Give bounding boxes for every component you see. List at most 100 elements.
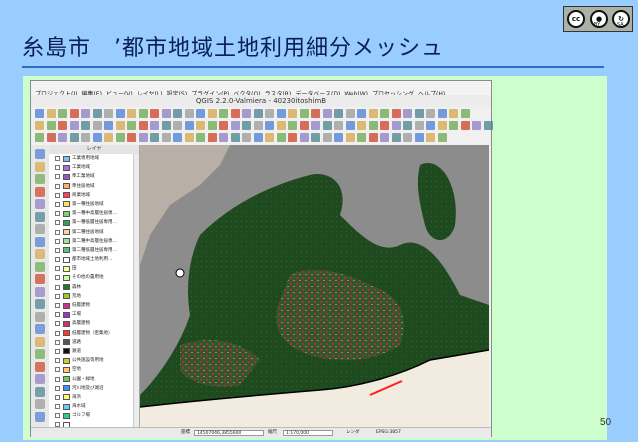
toolbar-button-icon[interactable] xyxy=(196,133,205,142)
toolbar-button-icon[interactable] xyxy=(58,121,67,130)
layer-item[interactable]: 田 xyxy=(49,264,139,273)
layer-visibility-checkbox[interactable] xyxy=(55,413,60,419)
toolbar-button-icon[interactable] xyxy=(173,133,182,142)
toolbar-button-icon[interactable] xyxy=(345,121,355,130)
toolbar-button-icon[interactable] xyxy=(207,109,217,118)
toolbar-button-icon[interactable] xyxy=(265,109,274,118)
toolbar-button-icon[interactable] xyxy=(299,133,309,142)
add-layer-tool-icon[interactable] xyxy=(35,249,45,259)
layer-visibility-checkbox[interactable] xyxy=(55,376,60,382)
add-layer-tool-icon[interactable] xyxy=(35,411,45,422)
toolbar-button-icon[interactable] xyxy=(426,133,435,142)
add-layer-tool-icon[interactable] xyxy=(35,174,45,184)
toolbar-button-icon[interactable] xyxy=(115,133,125,142)
layer-visibility-checkbox[interactable] xyxy=(55,247,60,253)
toolbar-button-icon[interactable] xyxy=(35,133,44,142)
layer-visibility-checkbox[interactable] xyxy=(55,404,60,410)
add-layer-tool-icon[interactable] xyxy=(35,161,45,172)
toolbar-button-icon[interactable] xyxy=(35,121,44,130)
add-layer-tool-icon[interactable] xyxy=(35,299,45,309)
add-layer-tool-icon[interactable] xyxy=(35,149,45,159)
toolbar-button-icon[interactable] xyxy=(391,121,401,130)
toolbar-button-icon[interactable] xyxy=(449,109,458,118)
toolbar-button-icon[interactable] xyxy=(104,133,113,142)
toolbar-button-icon[interactable] xyxy=(230,133,240,142)
toolbar-button-icon[interactable] xyxy=(81,121,90,130)
toolbar-button-icon[interactable] xyxy=(184,109,194,118)
layer-visibility-checkbox[interactable] xyxy=(55,367,60,373)
layer-visibility-checkbox[interactable] xyxy=(55,156,60,161)
layer-visibility-checkbox[interactable] xyxy=(55,394,60,400)
add-layer-tool-icon[interactable] xyxy=(35,386,45,397)
toolbar-button-icon[interactable] xyxy=(115,109,125,118)
toolbar-button-icon[interactable] xyxy=(334,121,343,130)
toolbar-button-icon[interactable] xyxy=(311,133,320,142)
toolbar-button-icon[interactable] xyxy=(322,109,332,118)
layer-item[interactable]: 工業専用地域 xyxy=(49,154,139,163)
layer-item[interactable]: 第二種住居地域 xyxy=(49,228,139,237)
layer-item[interactable]: 工場 xyxy=(49,310,139,319)
toolbar-button-icon[interactable] xyxy=(437,133,447,142)
layer-item[interactable]: 海浜 xyxy=(49,393,139,402)
layer-item[interactable]: 河川地及び湖沼 xyxy=(49,384,139,393)
toolbar-button-icon[interactable] xyxy=(265,121,274,130)
layer-item[interactable]: 工業地域 xyxy=(49,163,139,172)
layer-visibility-checkbox[interactable] xyxy=(55,303,60,308)
toolbar-button-icon[interactable] xyxy=(253,109,263,118)
toolbar-button-icon[interactable] xyxy=(81,133,90,142)
add-layer-tool-icon[interactable] xyxy=(35,399,45,409)
toolbar-button-icon[interactable] xyxy=(35,109,44,118)
layer-visibility-checkbox[interactable] xyxy=(55,348,60,354)
toolbar-button-icon[interactable] xyxy=(403,121,412,130)
toolbar-button-icon[interactable] xyxy=(345,133,355,142)
layer-visibility-checkbox[interactable] xyxy=(55,201,60,207)
toolbar-button-icon[interactable] xyxy=(69,109,79,118)
toolbar-button-icon[interactable] xyxy=(127,109,136,118)
toolbar-button-icon[interactable] xyxy=(357,121,366,130)
layer-visibility-checkbox[interactable] xyxy=(55,284,60,290)
toolbar-button-icon[interactable] xyxy=(357,133,366,142)
toolbar-button-icon[interactable] xyxy=(161,133,171,142)
toolbar-button-icon[interactable] xyxy=(380,133,389,142)
toolbar-button-icon[interactable] xyxy=(161,109,171,118)
toolbar-button-icon[interactable] xyxy=(426,109,435,118)
toolbar-button-icon[interactable] xyxy=(449,121,458,130)
toolbar-button-icon[interactable] xyxy=(311,109,320,118)
toolbar-button-icon[interactable] xyxy=(46,121,56,130)
toolbar-button-icon[interactable] xyxy=(196,109,205,118)
layer-visibility-checkbox[interactable] xyxy=(55,257,60,263)
toolbar-button-icon[interactable] xyxy=(276,121,286,130)
toolbar-button-icon[interactable] xyxy=(334,109,343,118)
toolbar-button-icon[interactable] xyxy=(357,109,366,118)
toolbar-button-icon[interactable] xyxy=(288,109,297,118)
layer-item[interactable]: 公園・緑地 xyxy=(49,375,139,384)
layer-visibility-checkbox[interactable] xyxy=(55,238,60,244)
toolbar-button-icon[interactable] xyxy=(219,121,228,130)
layer-item[interactable]: 第一種低層住居専用… xyxy=(49,218,139,227)
toolbar-button-icon[interactable] xyxy=(311,121,320,130)
toolbar-button-icon[interactable] xyxy=(207,133,217,142)
layer-visibility-checkbox[interactable] xyxy=(55,229,60,235)
add-layer-tool-icon[interactable] xyxy=(35,349,45,359)
toolbar-button-icon[interactable] xyxy=(368,121,378,130)
layer-item[interactable]: 鉄道 xyxy=(49,347,139,356)
toolbar-button-icon[interactable] xyxy=(219,133,228,142)
toolbar-button-icon[interactable] xyxy=(483,121,493,130)
layer-item[interactable]: 低層建物（密集地） xyxy=(49,329,139,338)
crs-button[interactable]: EPSG:3857 xyxy=(376,428,401,438)
toolbar-button-icon[interactable] xyxy=(403,133,412,142)
toolbar-button-icon[interactable] xyxy=(92,133,102,142)
layer-item[interactable]: 都市地域土地利用… xyxy=(49,255,139,264)
toolbar-button-icon[interactable] xyxy=(138,133,148,142)
layer-item[interactable]: 道路 xyxy=(49,338,139,347)
add-layer-tool-icon[interactable] xyxy=(35,224,45,234)
toolbar-button-icon[interactable] xyxy=(368,109,378,118)
toolbar-button-icon[interactable] xyxy=(161,121,171,130)
toolbar-button-icon[interactable] xyxy=(150,133,159,142)
toolbar-button-icon[interactable] xyxy=(460,109,470,118)
coord-field[interactable]: 14507046,3855600 xyxy=(194,429,264,436)
layers-scrollbar[interactable] xyxy=(133,154,139,427)
layer-visibility-checkbox[interactable] xyxy=(55,330,60,336)
toolbar-button-icon[interactable] xyxy=(196,121,205,130)
toolbar-button-icon[interactable] xyxy=(253,121,263,130)
